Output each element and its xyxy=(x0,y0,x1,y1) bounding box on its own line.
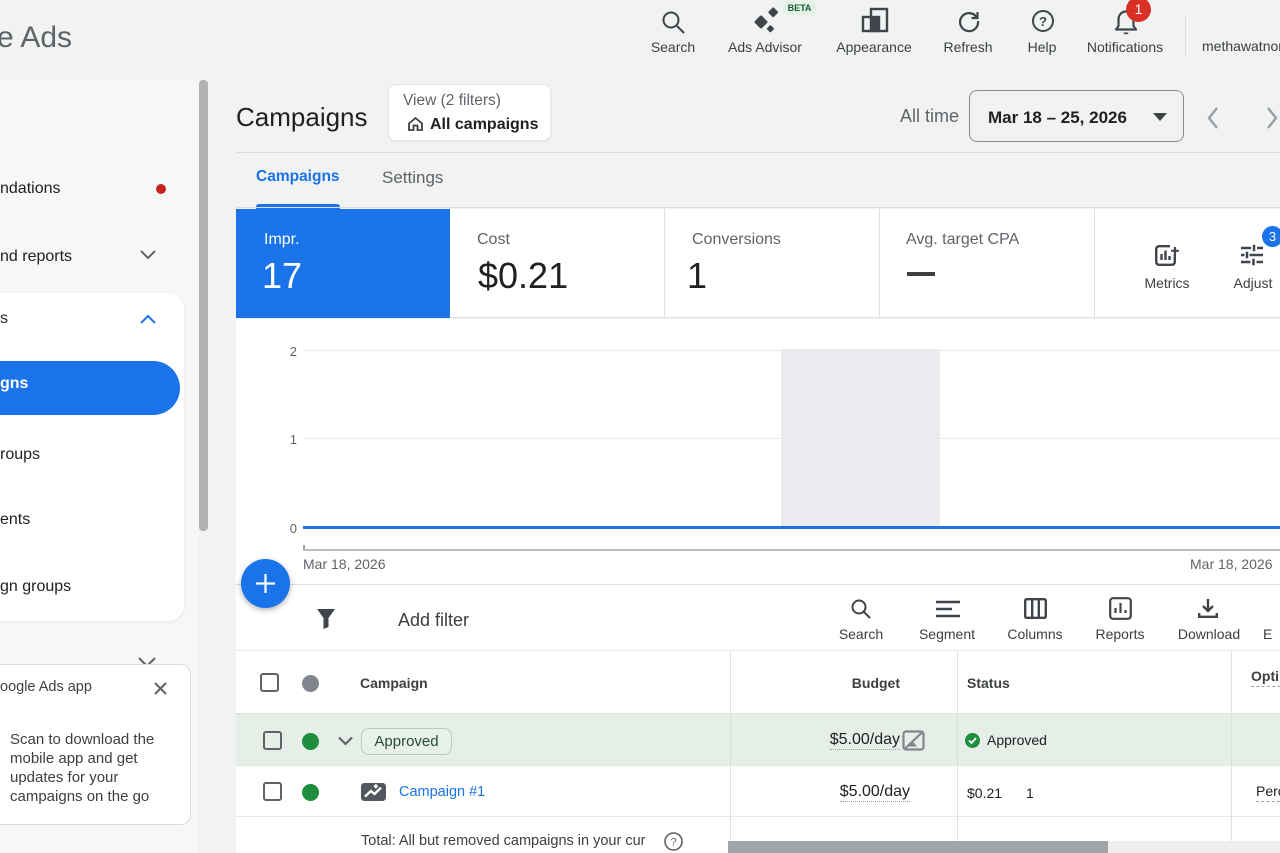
svg-text:?: ? xyxy=(670,837,676,849)
svg-text:?: ? xyxy=(1039,14,1047,29)
